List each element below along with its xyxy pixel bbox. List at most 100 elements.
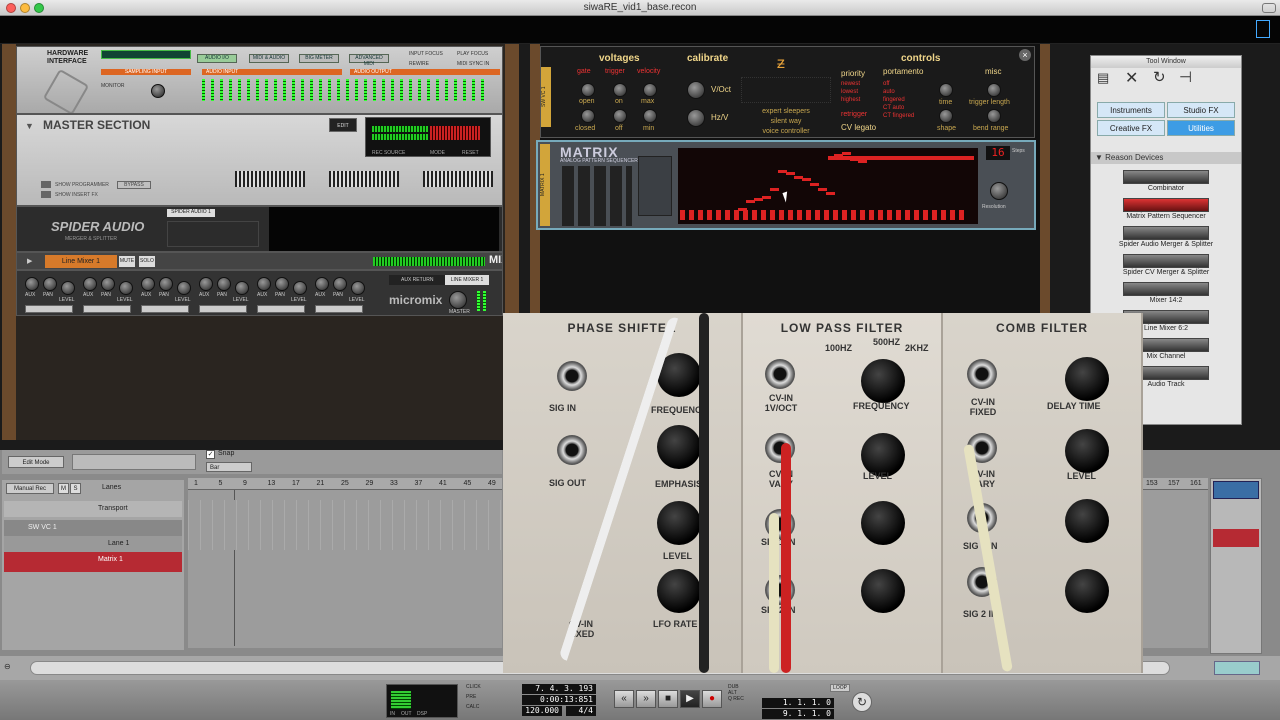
tools-icon[interactable]: ✕ bbox=[1125, 68, 1138, 88]
mixer-channel-knob[interactable] bbox=[83, 277, 97, 291]
track-lane-1[interactable]: Lane 1 bbox=[4, 536, 182, 552]
tab-studio-fx[interactable]: Studio FX bbox=[1167, 102, 1235, 118]
trigger-on-knob[interactable] bbox=[613, 83, 627, 97]
pre-label[interactable]: PRE bbox=[466, 694, 496, 703]
matrix-gate-step[interactable] bbox=[770, 210, 775, 220]
line-mixer-mute-button[interactable]: MUTE bbox=[119, 256, 135, 267]
velocity-min-knob[interactable] bbox=[643, 109, 657, 123]
priority-newest[interactable]: newest bbox=[841, 81, 860, 87]
matrix-note-cell[interactable] bbox=[818, 188, 827, 191]
mixer-channel-strip-label[interactable] bbox=[199, 305, 247, 313]
portamento-ct-fingered[interactable]: CT fingered bbox=[883, 113, 914, 119]
matrix-gate-step[interactable] bbox=[887, 210, 892, 220]
portamento-auto[interactable]: auto bbox=[883, 89, 895, 95]
hzv-knob[interactable] bbox=[687, 109, 705, 127]
device-list-item[interactable]: Matrix Pattern Sequencer bbox=[1091, 198, 1241, 220]
loop-toggle-icon[interactable]: ↻ bbox=[852, 692, 872, 712]
big-meter-button[interactable]: BIG METER bbox=[299, 54, 339, 63]
rec-options[interactable]: DUB ALT Q REC bbox=[728, 684, 752, 716]
matrix-gate-step[interactable] bbox=[761, 210, 766, 220]
resolution-knob[interactable] bbox=[990, 182, 1008, 200]
device-list-item[interactable]: Mixer 14:2 bbox=[1091, 282, 1241, 304]
device-list-item[interactable]: Spider CV Merger & Splitter bbox=[1091, 254, 1241, 276]
matrix-gate-step[interactable] bbox=[869, 210, 874, 220]
line-mixer-solo-button[interactable]: SOLO bbox=[139, 256, 155, 267]
matrix-gate-step[interactable] bbox=[824, 210, 829, 220]
matrix-gate-step[interactable] bbox=[806, 210, 811, 220]
matrix-gate-step[interactable] bbox=[851, 210, 856, 220]
portamento-ct-auto[interactable]: CT auto bbox=[883, 105, 904, 111]
master-level-knob[interactable] bbox=[449, 291, 467, 309]
matrix-gate-step[interactable] bbox=[950, 210, 955, 220]
show-insert-fx-toggle[interactable] bbox=[41, 191, 51, 198]
matrix-note-cell[interactable] bbox=[802, 178, 811, 181]
monitor-level-knob[interactable] bbox=[151, 84, 165, 98]
click-label[interactable]: CLICK bbox=[466, 684, 496, 693]
cv-legato-toggle[interactable]: CV legato bbox=[841, 123, 876, 132]
matrix-mode-switches[interactable] bbox=[638, 156, 672, 216]
navigator-zoom-slider[interactable] bbox=[1214, 661, 1260, 675]
matrix-gate-step[interactable] bbox=[878, 210, 883, 220]
tool-icon-1[interactable]: ▤ bbox=[1097, 70, 1109, 86]
matrix-gate-step[interactable] bbox=[752, 210, 757, 220]
edit-mode-button[interactable]: Edit Mode bbox=[8, 456, 64, 468]
matrix-gate-step[interactable] bbox=[932, 210, 937, 220]
matrix-gate-step[interactable] bbox=[896, 210, 901, 220]
track-sw-vc[interactable]: SW VC 1 bbox=[4, 520, 182, 536]
matrix-gate-step[interactable] bbox=[914, 210, 919, 220]
line-mixer-expand-icon[interactable]: ▶ bbox=[27, 257, 32, 265]
matrix-gate-step[interactable] bbox=[905, 210, 910, 220]
reason-devices-header[interactable]: ▼ Reason Devices bbox=[1091, 152, 1241, 164]
mixer-channel-strip-label[interactable] bbox=[141, 305, 189, 313]
bypass-button[interactable]: BYPASS bbox=[117, 181, 151, 189]
sequencer-ruler[interactable]: 1 5 9 13 17 21 25 29 33 37 41 45 49 bbox=[188, 478, 502, 490]
collapse-arrow-icon[interactable]: ▼ bbox=[25, 121, 34, 131]
signature-display[interactable]: 4/4 bbox=[566, 706, 596, 716]
matrix-gate-step[interactable] bbox=[860, 210, 865, 220]
matrix-gate-step[interactable] bbox=[959, 210, 964, 220]
master-edit-button[interactable]: EDIT bbox=[329, 118, 357, 132]
plug-icon[interactable]: ⊣ bbox=[1179, 68, 1192, 86]
calc-label[interactable]: CALC bbox=[466, 704, 496, 713]
advanced-midi-button[interactable]: ADVANCED MIDI bbox=[349, 54, 389, 67]
matrix-gate-step[interactable] bbox=[698, 210, 703, 220]
device-list-item[interactable]: Combinator bbox=[1091, 170, 1241, 192]
matrix-gate-step[interactable] bbox=[941, 210, 946, 220]
mixer-channel-knob[interactable] bbox=[333, 277, 347, 291]
gate-closed-knob[interactable] bbox=[581, 109, 595, 123]
mixer-level-knob[interactable] bbox=[61, 281, 75, 295]
trigger-length-knob[interactable] bbox=[987, 83, 1001, 97]
matrix-gate-step[interactable] bbox=[833, 210, 838, 220]
matrix-gate-step[interactable] bbox=[779, 210, 784, 220]
fullscreen-icon[interactable] bbox=[1262, 3, 1276, 13]
mixer-channel-knob[interactable] bbox=[25, 277, 39, 291]
matrix-step-grid[interactable] bbox=[678, 148, 978, 224]
tab-instruments[interactable]: Instruments bbox=[1097, 102, 1165, 118]
sequencer-ruler-right[interactable]: 153 157 161 bbox=[1142, 478, 1208, 490]
fast-forward-button[interactable]: » bbox=[636, 690, 656, 708]
minimize-window-button[interactable] bbox=[20, 3, 30, 13]
matrix-pattern-buttons[interactable] bbox=[562, 166, 632, 226]
sequencer-tools[interactable] bbox=[72, 454, 196, 470]
gate-open-knob[interactable] bbox=[581, 83, 595, 97]
matrix-gate-step[interactable] bbox=[842, 210, 847, 220]
portamento-off[interactable]: off bbox=[883, 81, 890, 87]
priority-lowest[interactable]: lowest bbox=[841, 89, 858, 95]
matrix-gate-step[interactable] bbox=[788, 210, 793, 220]
matrix-gate-step[interactable] bbox=[923, 210, 928, 220]
tab-utilities[interactable]: Utilities bbox=[1167, 120, 1235, 136]
voltages-close-icon[interactable]: × bbox=[1019, 49, 1031, 61]
mixer-level-knob[interactable] bbox=[177, 281, 191, 295]
mixer-channel-knob[interactable] bbox=[275, 277, 289, 291]
device-list-item[interactable]: Spider Audio Merger & Splitter bbox=[1091, 226, 1241, 248]
midi-audio-button[interactable]: MIDI & AUDIO bbox=[249, 54, 289, 63]
loop-button[interactable]: LOOP bbox=[830, 684, 850, 692]
portamento-time-knob[interactable] bbox=[939, 83, 953, 97]
zoom-window-button[interactable] bbox=[34, 3, 44, 13]
toolbar-scroll-indicator[interactable] bbox=[1256, 20, 1270, 38]
matrix-note-cell[interactable] bbox=[770, 188, 779, 191]
right-locator-display[interactable]: 9. 1. 1. 0 bbox=[762, 709, 834, 719]
mixer-level-knob[interactable] bbox=[235, 281, 249, 295]
matrix-gate-step[interactable] bbox=[707, 210, 712, 220]
tab-creative-fx[interactable]: Creative FX bbox=[1097, 120, 1165, 136]
